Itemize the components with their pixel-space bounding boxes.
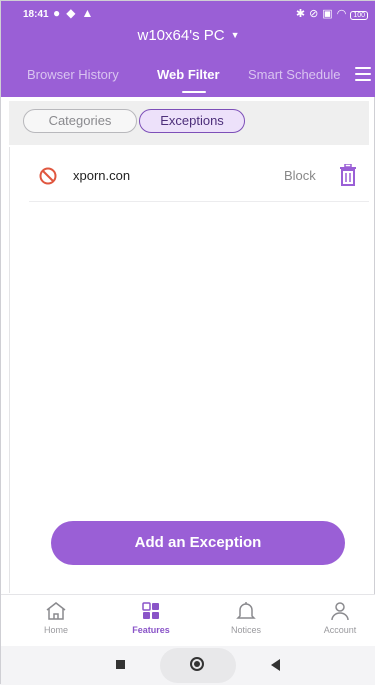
device-name: w10x64's PC: [137, 27, 225, 44]
caret-down-icon: ▼: [230, 30, 240, 40]
bluetooth-icon: ✱: [295, 8, 310, 20]
recents-icon[interactable]: [116, 660, 125, 669]
system-icons: ✱⊘▣◠ 100: [296, 7, 368, 20]
features-icon: [142, 602, 159, 619]
exception-domain: xporn.con: [73, 168, 131, 183]
notification-icons: ●◆▲: [53, 6, 99, 20]
nav-home-label: Home: [43, 625, 68, 635]
back-icon[interactable]: [271, 659, 280, 671]
exception-row[interactable]: xporn.con Block: [29, 159, 369, 202]
status-bar: 18:41 ●◆▲ ✱⊘▣◠ 100: [1, 1, 375, 25]
add-exception-button[interactable]: Add an Exception: [51, 521, 345, 565]
hamburger-menu-icon[interactable]: [355, 67, 371, 81]
nav-home[interactable]: Home: [21, 601, 91, 635]
account-icon: [331, 602, 349, 621]
trash-icon[interactable]: [339, 164, 357, 186]
segment-categories[interactable]: Categories: [23, 109, 137, 133]
nav-account-label: Account: [323, 625, 357, 635]
active-tab-indicator: [182, 91, 206, 93]
home-circle-icon[interactable]: [190, 657, 204, 671]
system-nav-bar: [1, 646, 375, 685]
nav-account[interactable]: Account: [305, 601, 375, 635]
content-divider: [9, 147, 10, 593]
bottom-nav: Home Features Notices Account: [1, 594, 375, 647]
status-time: 18:41: [23, 9, 49, 20]
wifi-icon: ◠: [336, 8, 351, 20]
warning-icon: ▲: [81, 6, 100, 20]
home-icon: [46, 602, 66, 620]
nav-features-label: Features: [132, 625, 170, 635]
app-header: 18:41 ●◆▲ ✱⊘▣◠ 100 w10x64's PC ▼ Browser H…: [1, 1, 375, 97]
device-selector[interactable]: w10x64's PC ▼: [1, 27, 375, 44]
app-frame: 18:41 ●◆▲ ✱⊘▣◠ 100 w10x64's PC ▼ Browser H…: [0, 0, 375, 685]
tab-web-filter[interactable]: Web Filter: [157, 67, 220, 82]
nav-notices[interactable]: Notices: [211, 601, 281, 635]
bell-icon: [236, 602, 256, 619]
nav-notices-label: Notices: [230, 625, 261, 635]
feature-tabs: Browser History Web Filter Smart Schedul…: [1, 67, 375, 93]
sim-icon: ▣: [322, 8, 337, 20]
filter-segment-bar: Categories Exceptions: [9, 101, 369, 145]
tab-smart-schedule[interactable]: Smart Schedule: [248, 67, 341, 82]
person-icon: ●: [53, 6, 67, 20]
mute-icon: ⊘: [309, 8, 323, 20]
app-p-icon: ◆: [66, 6, 82, 20]
battery-icon: 100: [350, 11, 368, 20]
segment-exceptions[interactable]: Exceptions: [139, 109, 245, 133]
nav-features[interactable]: Features: [116, 601, 186, 635]
block-icon: [39, 167, 57, 185]
tab-browser-history[interactable]: Browser History: [27, 67, 119, 82]
exception-action[interactable]: Block: [284, 168, 316, 183]
